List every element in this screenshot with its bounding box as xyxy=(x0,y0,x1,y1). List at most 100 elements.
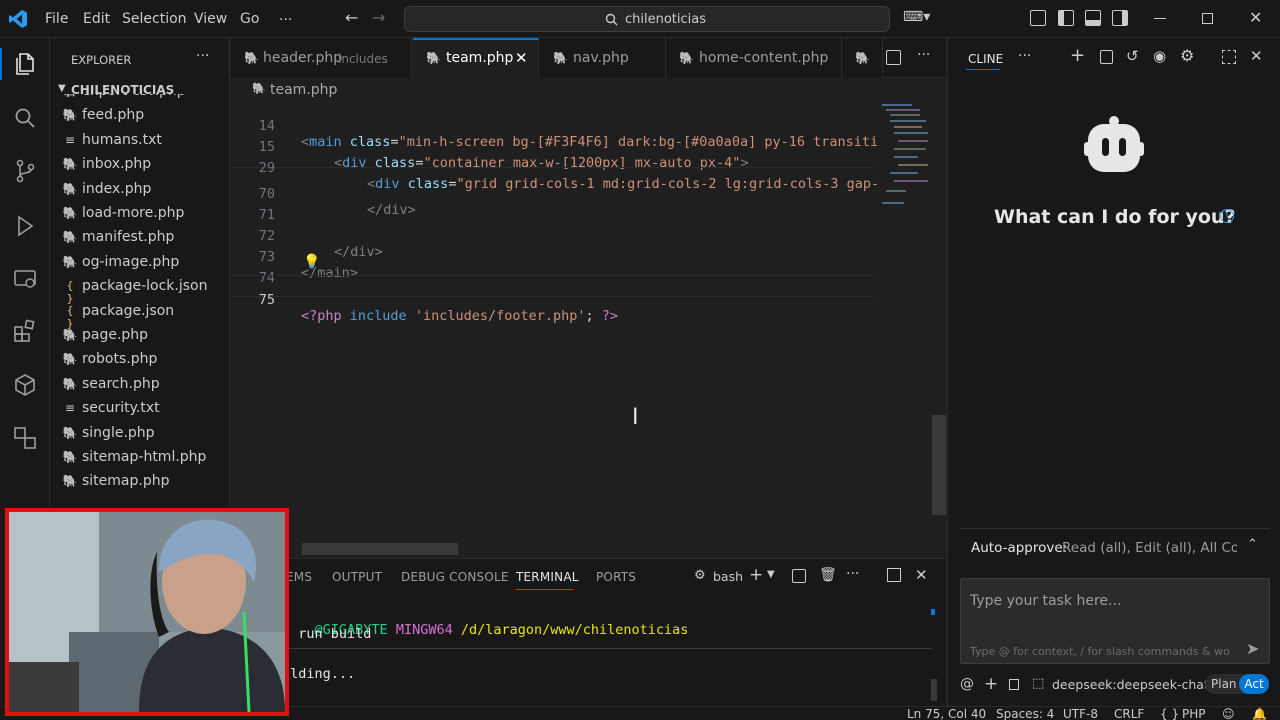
minimize-icon[interactable] xyxy=(1154,18,1166,19)
cline-title[interactable]: CLINE xyxy=(968,52,1003,66)
close-window-icon[interactable]: ✕ xyxy=(1249,8,1262,27)
plan-option[interactable]: Plan xyxy=(1211,677,1237,691)
cline-more-icon[interactable]: ··· xyxy=(1018,48,1031,64)
chevron-down-icon[interactable]: ▼ xyxy=(767,569,775,580)
breadcrumb[interactable]: team.php xyxy=(270,82,337,98)
explorer-more-icon[interactable]: ··· xyxy=(196,48,209,64)
tab-nav-php[interactable]: 🐘 nav.php xyxy=(540,38,666,78)
code-line-29[interactable]: 29 <div class="grid grid-cols-1 md:grid-… xyxy=(231,144,879,192)
menu-file[interactable]: File xyxy=(45,11,68,27)
trash-icon[interactable]: 🗑 xyxy=(819,567,837,583)
split-editor-icon[interactable] xyxy=(886,50,901,65)
plan-act-toggle[interactable]: Plan Act xyxy=(1205,674,1269,694)
command-center-search[interactable]: chilenoticias xyxy=(404,6,890,32)
code-line-74[interactable]: 74 💡 xyxy=(231,254,876,286)
mention-icon[interactable]: @ xyxy=(960,676,974,692)
terminal-shell-name[interactable]: bash xyxy=(713,569,743,584)
code-line-14[interactable]: 14 <main class="min-h-screen bg-[#F3F4F6… xyxy=(231,102,878,150)
file-item[interactable]: 🐘 inbox.php xyxy=(62,155,228,177)
containers-icon[interactable] xyxy=(12,372,38,398)
editor-vertical-scrollbar[interactable] xyxy=(932,415,946,515)
file-item[interactable]: 🐘 feed.php xyxy=(62,106,228,128)
tab-overflow[interactable]: 🐘 xyxy=(843,38,883,78)
toggle-panel-icon[interactable] xyxy=(1085,10,1101,26)
back-arrow-icon[interactable]: ← xyxy=(345,8,358,27)
file-item[interactable]: ≡ security.txt xyxy=(62,399,228,421)
auto-approve-bar[interactable]: Auto-approve: Read (all), Edit (all), Al… xyxy=(960,528,1270,562)
file-item[interactable]: 🐘 manifest.php xyxy=(62,228,228,250)
remote-connections-icon[interactable] xyxy=(12,425,38,451)
act-option[interactable]: Act xyxy=(1239,674,1269,694)
tab-home-content-php[interactable]: 🐘 home-content.php xyxy=(667,38,842,78)
add-context-icon[interactable]: + xyxy=(984,674,998,694)
explorer-files-icon[interactable] xyxy=(12,51,38,77)
cursor-position[interactable]: Ln 75, Col 40 xyxy=(907,707,986,720)
copilot-status-icon[interactable]: ☺ xyxy=(1222,707,1235,720)
layout-customize-icon[interactable] xyxy=(1030,10,1046,26)
code-line-71[interactable]: 71 xyxy=(231,191,876,223)
menu-edit[interactable]: Edit xyxy=(83,11,110,27)
menu-selection[interactable]: Selection xyxy=(122,11,187,27)
send-icon[interactable]: ➤ xyxy=(1246,639,1259,658)
code-line-73[interactable]: 73 </main> xyxy=(231,233,876,281)
remote-explorer-icon[interactable] xyxy=(12,266,38,292)
file-item[interactable]: 🐘 export-csv.php xyxy=(62,94,228,104)
editor-horizontal-scrollbar[interactable] xyxy=(302,543,458,555)
split-terminal-icon[interactable] xyxy=(792,569,806,583)
file-item[interactable]: ≡ humans.txt xyxy=(62,131,228,153)
file-item[interactable]: 🐘 load-more.php xyxy=(62,204,228,226)
toggle-secondary-sidebar-icon[interactable] xyxy=(1112,10,1128,26)
menu-more[interactable]: ... xyxy=(279,8,292,24)
notifications-bell-icon[interactable]: 🔔 xyxy=(1252,707,1267,720)
menu-go[interactable]: Go xyxy=(240,11,259,27)
file-item[interactable]: 🐘 page.php xyxy=(62,326,228,348)
language-mode[interactable]: PHP xyxy=(1182,707,1206,720)
tab-header-php[interactable]: 🐘 header.php includes xyxy=(231,38,412,78)
vscode-logo-icon[interactable] xyxy=(8,9,28,29)
menu-view[interactable]: View xyxy=(194,11,227,27)
new-task-icon[interactable]: + xyxy=(1070,45,1085,66)
encoding[interactable]: UTF-8 xyxy=(1063,707,1098,720)
line-endings[interactable]: CRLF xyxy=(1114,707,1144,720)
file-item[interactable]: { } package.json xyxy=(62,302,228,330)
file-item[interactable]: 🐘 robots.php xyxy=(62,350,228,372)
open-in-editor-icon[interactable] xyxy=(1222,50,1236,64)
run-debug-icon[interactable] xyxy=(12,213,38,239)
chevron-down-icon[interactable]: ▼ xyxy=(58,83,66,94)
tab-team-php[interactable]: 🐘 team.php ✕ xyxy=(413,38,539,78)
tab-ports[interactable]: PORTS xyxy=(596,570,636,584)
close-tab-icon[interactable]: ✕ xyxy=(515,49,528,67)
model-selector[interactable]: deepseek:deepseek-chat xyxy=(1052,677,1209,692)
file-item[interactable]: 🐘 sitemap-html.php xyxy=(62,448,228,470)
tab-debug-console[interactable]: DEBUG CONSOLE xyxy=(401,570,509,584)
maximize-panel-icon[interactable] xyxy=(887,568,901,582)
panel-more-icon[interactable]: ··· xyxy=(846,566,859,582)
history-icon[interactable]: ↺ xyxy=(1126,47,1139,65)
lightbulb-icon[interactable]: 💡 xyxy=(303,254,320,270)
copilot-icon[interactable]: ⌨▾ xyxy=(903,9,930,25)
code-line-72[interactable]: 72 </div> xyxy=(231,212,876,260)
minimap[interactable] xyxy=(878,100,932,210)
file-item[interactable]: 🐘 search.php xyxy=(62,375,228,397)
terminal-scrollbar[interactable] xyxy=(931,679,937,701)
account-icon[interactable]: ◉ xyxy=(1153,47,1166,65)
close-cline-icon[interactable]: ✕ xyxy=(1250,47,1263,65)
extensions-icon[interactable] xyxy=(12,318,38,344)
code-line-70[interactable]: 70 </div> xyxy=(231,170,876,218)
indentation[interactable]: Spaces: 4 xyxy=(996,707,1054,720)
source-control-icon[interactable] xyxy=(12,158,38,184)
tab-problems[interactable]: EMS xyxy=(286,570,312,584)
file-item[interactable]: 🐘 og-image.php xyxy=(62,253,228,275)
braces-icon[interactable]: { } xyxy=(1160,707,1179,720)
editor-more-icon[interactable]: ··· xyxy=(917,47,930,63)
model-cube-icon[interactable]: ⬚ xyxy=(1032,676,1044,691)
info-icon[interactable]: i xyxy=(1220,209,1234,223)
file-item[interactable]: 🐘 sitemap.php xyxy=(62,472,228,494)
restore-icon[interactable] xyxy=(1202,13,1213,24)
new-terminal-icon[interactable]: + xyxy=(749,565,763,585)
forward-arrow-icon[interactable]: → xyxy=(372,8,385,27)
code-line-75[interactable]: 75 <?php include 'includes/footer.php'; … xyxy=(231,275,876,324)
close-panel-icon[interactable]: ✕ xyxy=(915,566,928,584)
settings-gear-icon[interactable]: ⚙ xyxy=(1180,46,1194,65)
toggle-primary-sidebar-icon[interactable] xyxy=(1058,10,1074,26)
